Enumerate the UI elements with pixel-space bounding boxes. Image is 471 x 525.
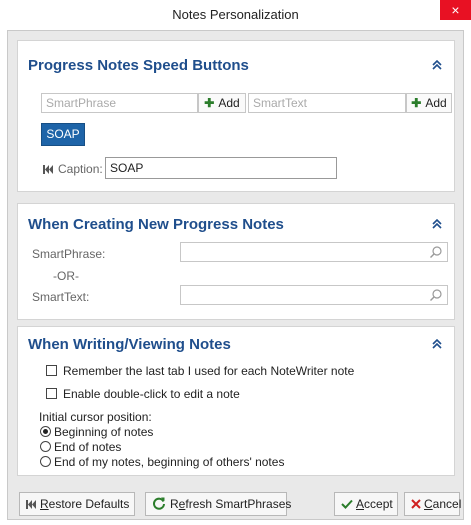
radio-end-label: End of notes: [54, 440, 122, 454]
radio-end[interactable]: [40, 441, 51, 452]
add-label: Add: [218, 96, 240, 110]
add-smarttext-button[interactable]: ✚ Add: [406, 93, 452, 113]
radio-beginning[interactable]: [40, 426, 51, 437]
collapse-icon[interactable]: [432, 59, 442, 73]
creating-new-title: When Creating New Progress Notes: [28, 216, 284, 233]
skip-back-icon: [43, 163, 53, 177]
creating-new-notes-panel: When Creating New Progress Notes SmartPh…: [17, 203, 455, 320]
speed-buttons-title: Progress Notes Speed Buttons: [28, 57, 249, 74]
refresh-icon: [153, 497, 165, 510]
double-click-label: Enable double-click to edit a note: [63, 387, 240, 401]
restore-label: estore Defaults: [48, 497, 130, 511]
caption-label: Caption:: [58, 162, 103, 176]
search-icon: [430, 289, 442, 301]
radio-end-mine[interactable]: [40, 456, 51, 467]
close-button[interactable]: ×: [440, 0, 471, 20]
smartphrase-label: SmartPhrase:: [32, 247, 106, 261]
writing-viewing-panel: When Writing/Viewing Notes Remember the …: [17, 326, 455, 476]
skip-back-icon: [26, 500, 36, 509]
dialog-body: Progress Notes Speed Buttons SmartPhrase…: [7, 30, 464, 520]
title-bar: Notes Personalization ×: [0, 0, 471, 30]
search-icon: [430, 246, 442, 258]
cancel-accel: C: [424, 497, 433, 511]
refresh-label: fresh SmartPhrases: [185, 497, 292, 511]
close-icon: ×: [451, 2, 460, 18]
plus-icon: ✚: [204, 96, 215, 110]
check-icon: [341, 499, 353, 509]
window-title: Notes Personalization: [172, 7, 299, 22]
accept-accel: A: [356, 497, 365, 511]
plus-icon: ✚: [411, 96, 422, 110]
cursor-position-label: Initial cursor position:: [39, 410, 152, 424]
cancel-button[interactable]: Cancel: [404, 492, 462, 516]
new-note-smarttext-input[interactable]: [180, 285, 448, 305]
or-label: -OR-: [53, 269, 79, 283]
x-icon: [411, 499, 421, 509]
refresh-prefix: R: [170, 497, 179, 511]
remember-tab-checkbox[interactable]: [46, 365, 57, 376]
cancel-label: ancel: [432, 497, 462, 511]
writing-viewing-title: When Writing/Viewing Notes: [28, 336, 231, 353]
restore-defaults-button[interactable]: Restore Defaults: [19, 492, 135, 516]
remember-tab-label: Remember the last tab I used for each No…: [63, 364, 355, 378]
radio-beginning-label: Beginning of notes: [54, 425, 154, 439]
refresh-smartphrases-button[interactable]: Refresh SmartPhrases: [145, 492, 291, 516]
new-note-smartphrase-input[interactable]: [180, 242, 448, 262]
collapse-icon[interactable]: [432, 338, 442, 352]
speed-buttons-panel: Progress Notes Speed Buttons SmartPhrase…: [17, 40, 455, 192]
collapse-icon[interactable]: [432, 218, 442, 232]
add-smartphrase-button[interactable]: ✚ Add: [198, 93, 246, 113]
accept-button[interactable]: Accept: [334, 492, 398, 516]
restore-accel: R: [40, 497, 49, 511]
radio-end-mine-label: End of my notes, beginning of others' no…: [54, 455, 285, 469]
caption-input[interactable]: SOAP: [105, 157, 337, 179]
double-click-checkbox[interactable]: [46, 388, 57, 399]
smarttext-input[interactable]: SmartText: [248, 93, 406, 113]
accept-label: ccept: [364, 497, 393, 511]
add-label: Add: [425, 96, 447, 110]
smartphrase-input[interactable]: SmartPhrase: [41, 93, 198, 113]
soap-speed-button[interactable]: SOAP: [41, 123, 85, 146]
smarttext-label: SmartText:: [32, 290, 90, 304]
